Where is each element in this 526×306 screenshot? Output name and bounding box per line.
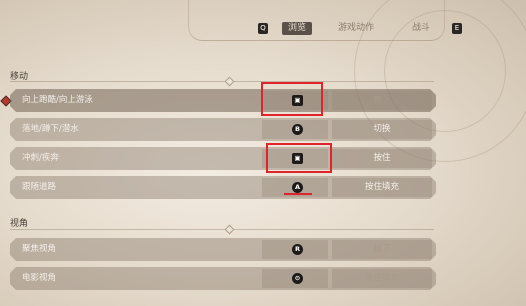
binding-row-sprint[interactable]: 冲刺/疾奔 ▣ 按住 [10,147,436,170]
action-cell[interactable]: 按住 [332,149,432,168]
controller-button-r-icon: R [292,244,303,255]
highlight-box-parkour-key [261,82,323,116]
action-cell[interactable]: 切换 [332,120,432,139]
tab-game-actions[interactable]: 游戏动作 [338,23,374,34]
tab-combat[interactable]: 战斗 [412,23,430,34]
binding-label: 冲刺/疾奔 [22,153,59,163]
binding-label: 跟随道路 [22,182,57,192]
binding-label: 向上跑酷/向上游泳 [22,95,93,105]
action-cell[interactable]: 按下 [332,240,432,259]
tab-next-key-e[interactable]: E [452,23,462,34]
divider-ornament [224,76,235,87]
section-divider [10,229,434,230]
controller-button-view-icon: ⊝ [292,273,303,284]
tab-bar [188,0,445,41]
binding-row-parkour-up[interactable]: 向上跑酷/向上游泳 ▣ 按下 [10,89,436,112]
highlight-underline-follow-road [284,193,312,195]
section-divider [10,81,434,82]
controller-button-b-icon: B [292,124,303,135]
binding-row-cinematic-camera[interactable]: 电影视角 ⊝ 按住填充 [10,267,436,290]
tab-browse[interactable]: 浏览 [282,22,313,35]
binding-row-follow-road[interactable]: 跟随道路 A 按住填充 [10,176,436,199]
divider-ornament [224,224,235,235]
action-cell[interactable]: 按住填充 [332,269,432,288]
binding-row-land-crouch-dive[interactable]: 落地/蹲下/潜水 B 切换 [10,118,436,141]
action-cell[interactable]: 按住填充 [332,178,432,197]
binding-label: 落地/蹲下/潜水 [22,124,79,134]
binding-label: 电影视角 [22,273,57,283]
action-cell[interactable]: 按下 [332,91,432,110]
section-title-camera: 视角 [10,219,29,229]
highlight-box-sprint-key [266,143,332,173]
tab-prev-key-q[interactable]: Q [258,23,268,34]
binding-row-focus-camera[interactable]: 聚焦视角 R 按下 [10,238,436,261]
controller-button-a-icon: A [292,182,303,193]
binding-label: 聚焦视角 [22,244,57,254]
